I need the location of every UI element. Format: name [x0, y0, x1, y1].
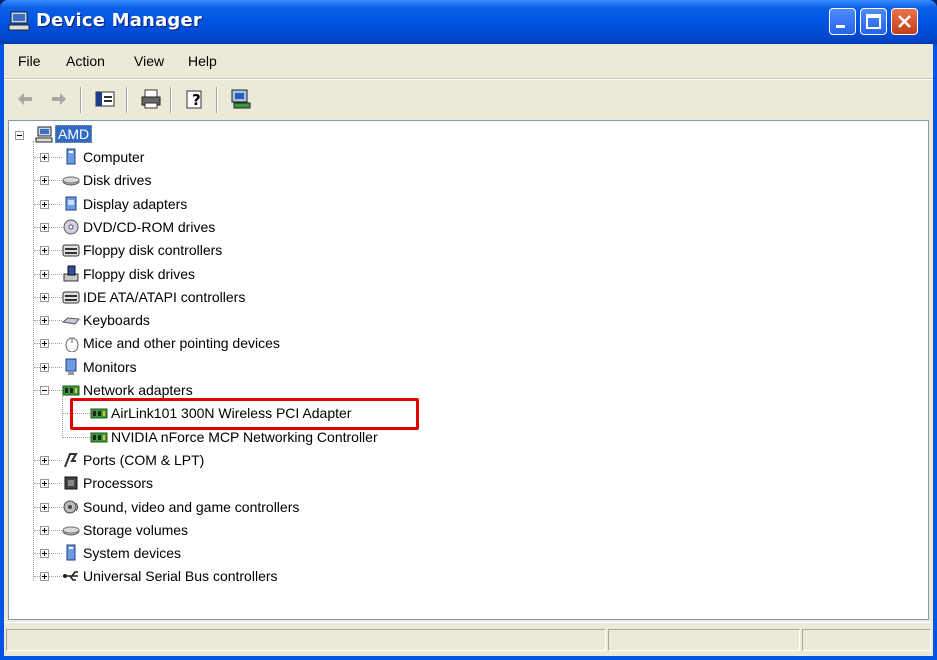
keyboard-icon: [62, 317, 80, 325]
tree-category[interactable]: Floppy disk controllers: [83, 242, 222, 258]
tree-category[interactable]: Floppy disk drives: [83, 266, 195, 282]
network-adapter-icon: [62, 385, 80, 396]
expand-toggle[interactable]: [40, 572, 49, 581]
maximize-icon: [866, 14, 881, 29]
expand-toggle[interactable]: [40, 549, 49, 558]
expand-toggle[interactable]: [40, 223, 49, 232]
menu-help[interactable]: Help: [188, 53, 217, 69]
forward-arrow-icon[interactable]: [48, 88, 70, 110]
tree-category[interactable]: Disk drives: [83, 172, 151, 188]
tree-category[interactable]: System devices: [83, 545, 181, 561]
controller-icon: [62, 244, 80, 257]
back-arrow-icon[interactable]: [14, 88, 36, 110]
expand-toggle[interactable]: [40, 479, 49, 488]
status-pane-main: [6, 629, 606, 651]
tree-category[interactable]: Sound, video and game controllers: [83, 499, 299, 515]
controller-icon: [62, 291, 80, 304]
sound-icon: [63, 500, 78, 514]
menu-action[interactable]: Action: [66, 53, 105, 69]
expand-toggle[interactable]: [40, 176, 49, 185]
expand-toggle[interactable]: [40, 293, 49, 302]
tree-category[interactable]: Computer: [83, 149, 144, 165]
tree-root-label[interactable]: AMD: [55, 125, 93, 143]
highlight-box: [70, 398, 419, 430]
port-icon: [64, 453, 78, 468]
expand-toggle[interactable]: [40, 526, 49, 535]
computer-icon: [35, 126, 53, 143]
tree-category[interactable]: Ports (COM & LPT): [83, 452, 204, 468]
expand-toggle[interactable]: [40, 270, 49, 279]
storage-icon: [62, 526, 80, 536]
tree-device[interactable]: NVIDIA nForce MCP Networking Controller: [111, 429, 378, 445]
tree-category[interactable]: DVD/CD-ROM drives: [83, 219, 215, 235]
device-manager-icon: [8, 11, 30, 31]
title-bar[interactable]: Device Manager: [0, 0, 937, 44]
status-bar: [4, 622, 933, 657]
maximize-button[interactable]: [860, 8, 887, 35]
tree-category[interactable]: IDE ATA/ATAPI controllers: [83, 289, 245, 305]
minimize-button[interactable]: [829, 8, 856, 35]
network-card-icon: [90, 432, 108, 443]
tree-category[interactable]: Processors: [83, 475, 153, 491]
tree-category[interactable]: Mice and other pointing devices: [83, 335, 280, 351]
toolbar: ?: [4, 79, 933, 118]
menu-file[interactable]: File: [18, 53, 41, 69]
dvd-drive-icon: [63, 219, 79, 235]
menu-bar: File Action View Help: [4, 44, 933, 79]
disk-drive-icon: [62, 176, 80, 186]
status-pane-secondary: [608, 629, 800, 651]
client-area: File Action View Help ? AMD Computer Disk…: [4, 44, 933, 656]
window-title: Device Manager: [36, 10, 202, 31]
close-icon: [898, 15, 911, 28]
expand-toggle[interactable]: [40, 153, 49, 162]
system-device-icon: [66, 544, 76, 561]
expand-toggle[interactable]: [40, 363, 49, 372]
expand-toggle[interactable]: [40, 386, 49, 395]
tree-category[interactable]: Universal Serial Bus controllers: [83, 568, 278, 584]
expand-toggle[interactable]: [40, 503, 49, 512]
root-collapse-toggle[interactable]: [15, 131, 24, 140]
usb-icon: [63, 571, 78, 581]
expand-toggle[interactable]: [40, 456, 49, 465]
menu-view[interactable]: View: [134, 53, 164, 69]
tree-category[interactable]: Monitors: [83, 359, 137, 375]
processor-icon: [64, 476, 78, 490]
tree-category[interactable]: Keyboards: [83, 312, 150, 328]
scan-hardware-icon[interactable]: [230, 88, 252, 110]
tree-category[interactable]: Display adapters: [83, 196, 187, 212]
expand-toggle[interactable]: [40, 316, 49, 325]
device-manager-window: Device Manager File Action View Help ? A…: [0, 0, 937, 660]
svg-text:?: ?: [192, 91, 201, 109]
close-button[interactable]: [891, 8, 918, 35]
minimize-icon: [836, 25, 845, 28]
show-hide-console-tree-icon[interactable]: [94, 88, 116, 110]
expand-toggle[interactable]: [40, 246, 49, 255]
print-icon[interactable]: [140, 88, 162, 110]
floppy-drive-icon: [63, 265, 79, 282]
expand-toggle[interactable]: [40, 339, 49, 348]
computer-icon: [66, 148, 76, 165]
properties-help-icon[interactable]: ?: [184, 88, 206, 110]
tree-category[interactable]: Storage volumes: [83, 522, 188, 538]
display-adapter-icon: [65, 196, 77, 211]
status-pane-tertiary: [802, 629, 931, 651]
mouse-icon: [65, 337, 79, 352]
tree-category[interactable]: Network adapters: [83, 382, 193, 398]
device-tree[interactable]: AMD Computer Disk drives Display adapters D…: [8, 120, 929, 620]
monitor-icon: [65, 358, 77, 375]
expand-toggle[interactable]: [40, 200, 49, 209]
